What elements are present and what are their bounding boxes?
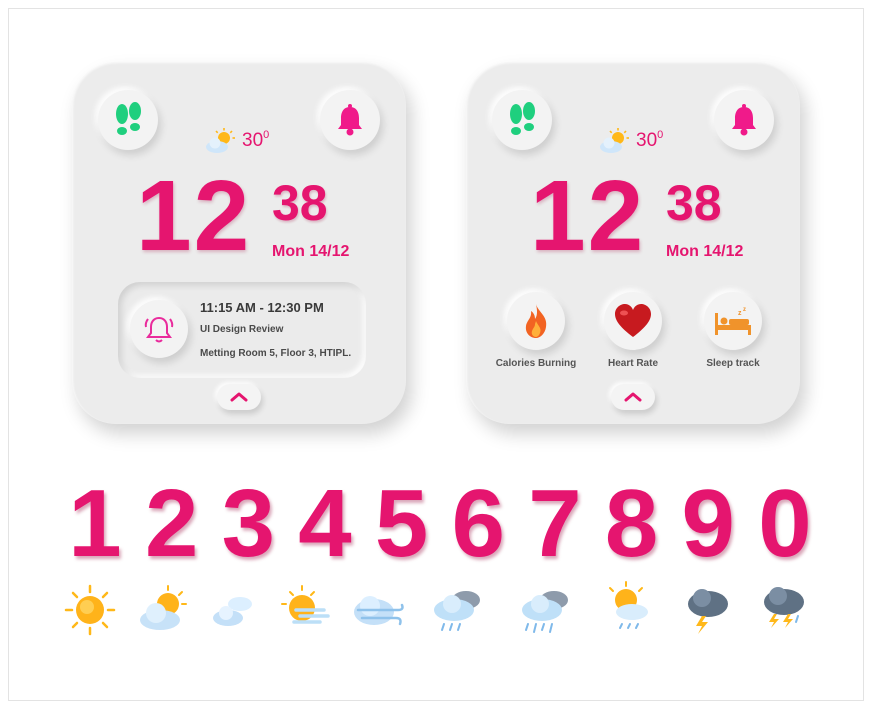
alarm-bell-icon: [144, 316, 174, 343]
stat-label: Sleep track: [706, 358, 760, 369]
digit: 0: [758, 470, 812, 577]
expand-button[interactable]: [611, 384, 655, 410]
stat-label: Heart Rate: [607, 358, 659, 369]
alarm-button[interactable]: [130, 300, 188, 358]
weather-summary: 300: [598, 128, 663, 154]
digit: 4: [298, 470, 352, 577]
clock-date: Mon 14/12: [666, 243, 744, 260]
digit: 1: [68, 470, 122, 577]
cloud-icon: [213, 597, 252, 626]
meeting-room: Metting Room 5, Floor 3, HTIPL.: [200, 348, 352, 359]
clock-date: Mon 14/12: [272, 243, 350, 260]
steps-button[interactable]: [98, 90, 158, 150]
sun-rain-icon: [609, 581, 648, 629]
heavy-rain-cloud-icon: [522, 591, 568, 633]
clock-hour: 12: [530, 160, 646, 272]
stat-label: Calories Burning: [495, 358, 577, 369]
sun-wind-icon: [281, 585, 330, 624]
chevron-up-icon: [624, 392, 642, 402]
digit: 6: [451, 470, 505, 577]
temperature: 300: [636, 129, 664, 151]
digit: 2: [144, 470, 199, 577]
thunderstorm-icon: [764, 587, 804, 628]
heart-rate-button[interactable]: [604, 292, 662, 350]
chevron-up-icon: [230, 392, 248, 402]
digit: 7: [528, 470, 582, 577]
meeting-title: UI Design Review: [200, 324, 284, 335]
clock-hour: 12: [136, 160, 252, 272]
rain-cloud-icon: [434, 591, 480, 631]
flame-icon: [525, 304, 547, 338]
stat-calories[interactable]: Calories Burning: [486, 292, 586, 369]
thunder-cloud-icon: [688, 589, 728, 634]
meeting-card[interactable]: 11:15 AM - 12:30 PM UI Design Review Met…: [118, 282, 366, 378]
clock-minute: 38: [666, 175, 722, 231]
notification-button[interactable]: [714, 90, 774, 150]
clock-widget-health: 300 12 38 Mon 14/12 Calories Burning Hea…: [466, 62, 800, 424]
partly-sunny-icon: [140, 585, 187, 630]
sleep-button[interactable]: z z: [704, 292, 762, 350]
sun-icon: [64, 584, 116, 636]
stat-sleep-track[interactable]: z z Sleep track: [683, 292, 783, 369]
svg-text:z: z: [743, 307, 746, 313]
bell-icon: [338, 104, 362, 136]
weather-icon-set: [60, 580, 820, 640]
partly-sunny-icon: [206, 128, 235, 153]
temperature: 300: [242, 129, 270, 151]
weather-summary: 300: [204, 128, 269, 154]
digit: 8: [604, 470, 659, 577]
bed-icon: z z: [715, 307, 751, 335]
calories-button[interactable]: [507, 292, 565, 350]
digit: 3: [221, 470, 275, 577]
stat-heart-rate[interactable]: Heart Rate: [583, 292, 683, 369]
footprints-icon: [510, 102, 535, 135]
steps-button[interactable]: [492, 90, 552, 150]
digit: 5: [374, 470, 429, 577]
digit: 9: [681, 470, 735, 577]
wind-cloud-icon: [354, 596, 404, 626]
clock-minute: 38: [272, 175, 328, 231]
heart-icon: [615, 304, 651, 337]
meeting-time: 11:15 AM - 12:30 PM: [200, 300, 324, 315]
digit-set: 1 2 3 4 5 6 7 8 9 0: [60, 476, 820, 572]
partly-sunny-icon: [600, 128, 629, 153]
footprints-icon: [116, 102, 141, 135]
clock-widget-meeting: 300 12 38 Mon 14/12 11:15 AM - 12:30 PM …: [72, 62, 406, 424]
notification-button[interactable]: [320, 90, 380, 150]
expand-button[interactable]: [217, 384, 261, 410]
bell-icon: [732, 104, 756, 136]
svg-text:z: z: [738, 310, 742, 317]
